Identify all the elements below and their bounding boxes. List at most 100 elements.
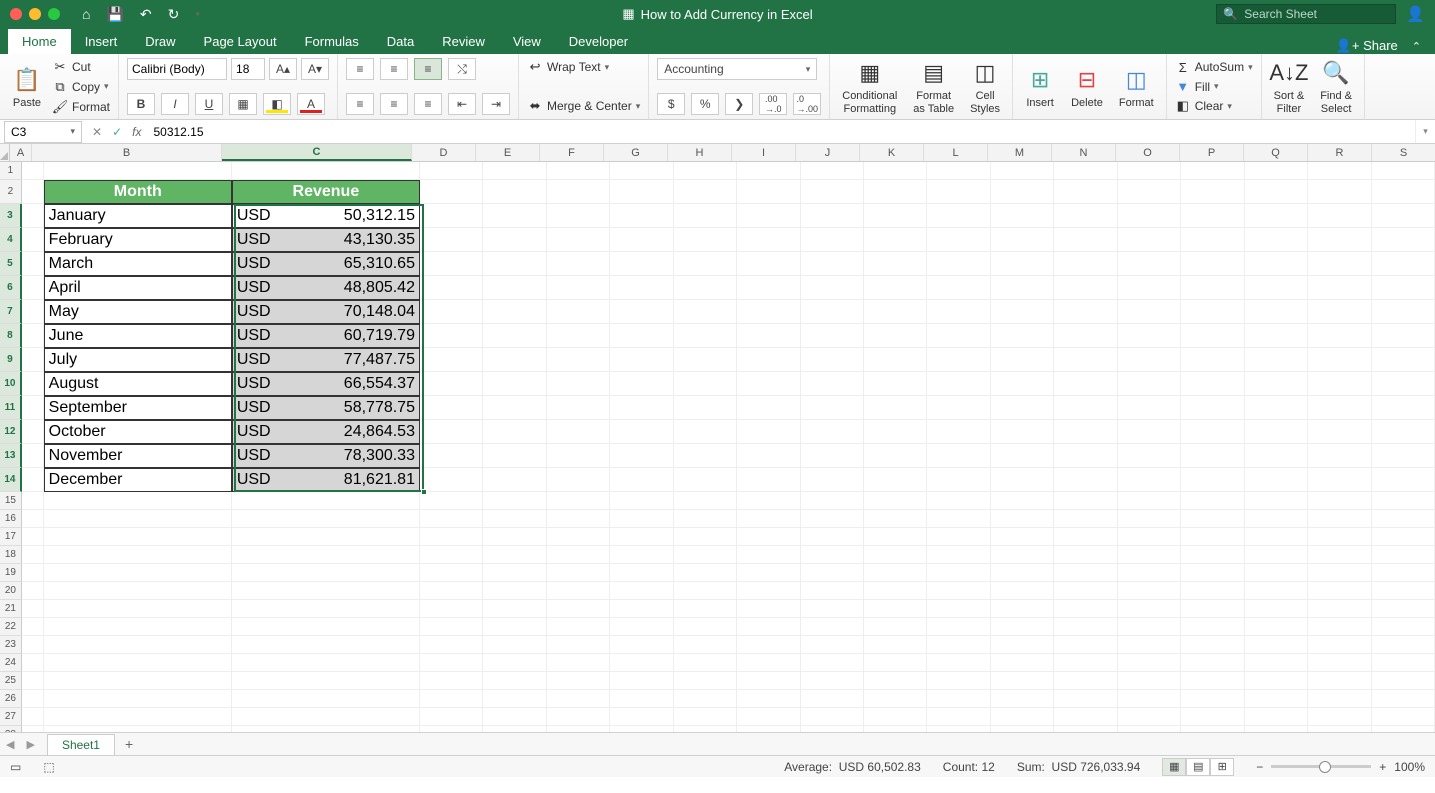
cell-C7[interactable]: USD70,148.04 [232,300,420,324]
cell-A1[interactable] [22,162,44,180]
cut-button[interactable]: ✂Cut [52,58,110,76]
cell-E15[interactable] [483,492,546,510]
cell-G23[interactable] [610,636,673,654]
column-header-G[interactable]: G [604,144,668,161]
cell-I3[interactable] [737,204,800,228]
row-header-5[interactable]: 5 [0,252,22,276]
cell-H25[interactable] [674,672,737,690]
cell-H8[interactable] [674,324,737,348]
cell-E17[interactable] [483,528,546,546]
cell-I21[interactable] [737,600,800,618]
row-header-7[interactable]: 7 [0,300,22,324]
cell-L24[interactable] [927,654,990,672]
cell-D5[interactable] [420,252,483,276]
cell-G21[interactable] [610,600,673,618]
cell-S12[interactable] [1372,420,1435,444]
cell-F7[interactable] [547,300,610,324]
cell-F10[interactable] [547,372,610,396]
row-header-12[interactable]: 12 [0,420,22,444]
cell-H4[interactable] [674,228,737,252]
cell-R27[interactable] [1308,708,1371,726]
zoom-slider[interactable] [1271,765,1371,768]
cell-G11[interactable] [610,396,673,420]
cell-J20[interactable] [801,582,864,600]
cell-E12[interactable] [483,420,546,444]
italic-button[interactable]: I [161,93,189,115]
cell-Q4[interactable] [1245,228,1308,252]
cell-O24[interactable] [1118,654,1181,672]
cell-M16[interactable] [991,510,1054,528]
cell-Q9[interactable] [1245,348,1308,372]
cell-B14[interactable]: December [44,468,232,492]
cell-D8[interactable] [420,324,483,348]
cell-I5[interactable] [737,252,800,276]
format-painter-button[interactable]: 🖌Format [52,98,110,116]
cell-A2[interactable] [22,180,44,204]
cell-P4[interactable] [1181,228,1244,252]
cell-J25[interactable] [801,672,864,690]
cell-L18[interactable] [927,546,990,564]
row-header-11[interactable]: 11 [0,396,22,420]
cell-F15[interactable] [547,492,610,510]
cell-C14[interactable]: USD81,621.81 [232,468,420,492]
cell-S9[interactable] [1372,348,1435,372]
cell-E23[interactable] [483,636,546,654]
cell-E27[interactable] [483,708,546,726]
cell-D25[interactable] [420,672,483,690]
cell-A15[interactable] [22,492,44,510]
cell-J6[interactable] [801,276,864,300]
cell-E19[interactable] [483,564,546,582]
cell-S20[interactable] [1372,582,1435,600]
cell-D3[interactable] [420,204,483,228]
cell-K3[interactable] [864,204,927,228]
cell-M9[interactable] [991,348,1054,372]
cell-R26[interactable] [1308,690,1371,708]
cell-Q23[interactable] [1245,636,1308,654]
cell-G9[interactable] [610,348,673,372]
cell-R18[interactable] [1308,546,1371,564]
cell-L17[interactable] [927,528,990,546]
column-header-F[interactable]: F [540,144,604,161]
cell-S25[interactable] [1372,672,1435,690]
cell-P5[interactable] [1181,252,1244,276]
cell-E14[interactable] [483,468,546,492]
column-header-E[interactable]: E [476,144,540,161]
cell-R12[interactable] [1308,420,1371,444]
row-header-10[interactable]: 10 [0,372,22,396]
cell-K1[interactable] [864,162,927,180]
cell-P20[interactable] [1181,582,1244,600]
cell-K8[interactable] [864,324,927,348]
increase-decimal-button[interactable]: .00→.0 [759,93,787,115]
cell-E7[interactable] [483,300,546,324]
cell-G26[interactable] [610,690,673,708]
cell-E21[interactable] [483,600,546,618]
maximize-window-button[interactable] [48,8,60,20]
cell-I9[interactable] [737,348,800,372]
cell-H28[interactable] [674,726,737,732]
zoom-level[interactable]: 100% [1394,760,1425,774]
cell-M28[interactable] [991,726,1054,732]
cell-D20[interactable] [420,582,483,600]
find-select-button[interactable]: 🔍Find & Select [1316,58,1356,114]
cell-R5[interactable] [1308,252,1371,276]
cell-D16[interactable] [420,510,483,528]
cell-H11[interactable] [674,396,737,420]
cell-N8[interactable] [1054,324,1117,348]
cell-M7[interactable] [991,300,1054,324]
cell-P22[interactable] [1181,618,1244,636]
cell-J26[interactable] [801,690,864,708]
zoom-out-button[interactable]: − [1256,760,1263,774]
cell-E20[interactable] [483,582,546,600]
cell-R10[interactable] [1308,372,1371,396]
decrease-font-button[interactable]: A▾ [301,58,329,80]
cell-J19[interactable] [801,564,864,582]
cell-B16[interactable] [44,510,232,528]
cell-M24[interactable] [991,654,1054,672]
cell-D14[interactable] [420,468,483,492]
cell-B5[interactable]: March [44,252,232,276]
decrease-indent-button[interactable]: ⇤ [448,93,476,115]
cell-K14[interactable] [864,468,927,492]
cell-Q20[interactable] [1245,582,1308,600]
cell-Q6[interactable] [1245,276,1308,300]
cell-R19[interactable] [1308,564,1371,582]
